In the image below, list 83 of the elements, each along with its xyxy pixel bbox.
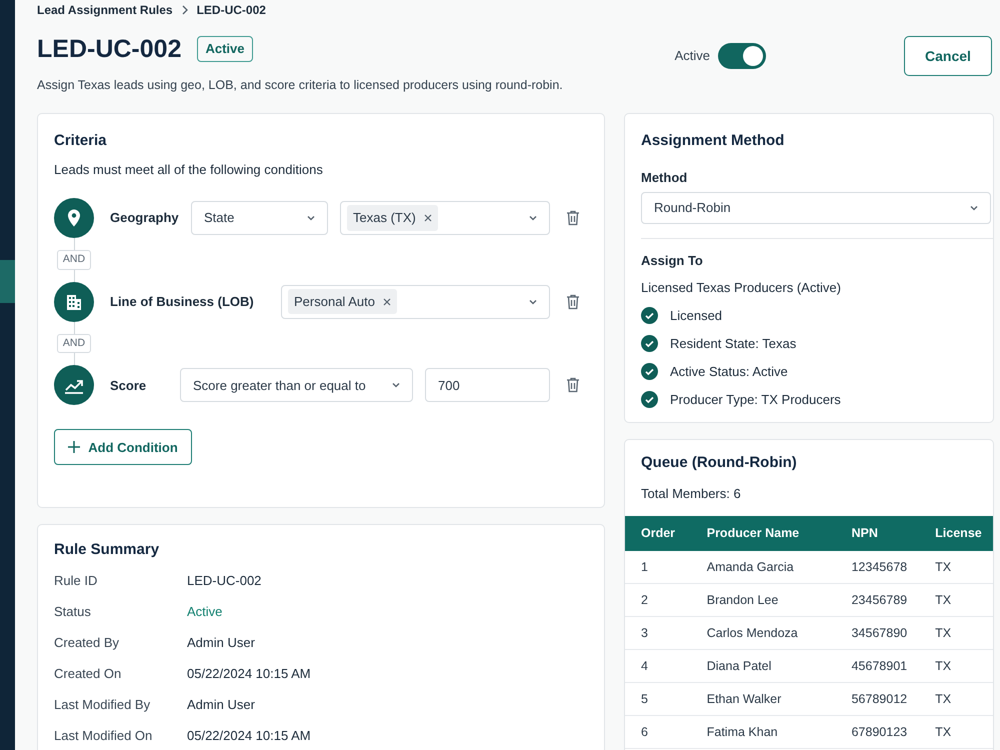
active-toggle[interactable] [718,43,766,69]
card-title: Assignment Method [641,130,786,151]
connector-label: AND [56,250,92,270]
table-cell: 1 [625,550,691,584]
table-cell: Ethan Walker [690,682,836,716]
connector-label: AND [56,334,92,354]
add-condition-button[interactable]: Add Condition [54,429,192,466]
table-cell: Carlos Mendoza [690,616,836,650]
member-count: Total Members: 6 [641,485,742,504]
table-cell: TX [925,550,993,584]
table-cell: Fatima Khan [690,716,836,749]
table-cell: Diana Patel [690,650,836,683]
value-input[interactable]: 700 [425,368,550,402]
table-cell: 6 [625,716,691,749]
requirement-text: Producer Type: TX Producers [670,391,841,409]
column-header: Producer Name [690,516,836,551]
field-value: Active [187,603,222,621]
field-value: 05/22/2024 10:15 AM [187,665,311,683]
trash-icon[interactable] [566,210,580,226]
section-label: Assign To [641,252,704,270]
field-value: LED-UC-002 [187,572,262,590]
remove-icon[interactable] [382,298,391,306]
active-nav-marker [0,260,15,303]
operator-select[interactable]: Score greater than or equal to [180,368,413,402]
field-label: Created On [54,665,122,683]
group-name: Licensed Texas Producers (Active) [641,279,842,298]
field-value: Admin User [187,696,255,714]
tag-select[interactable]: Texas (TX) [340,200,550,235]
table-cell: 2 [625,584,691,617]
table-cell: TX [925,650,993,683]
field-label: Last Modified On [54,727,154,745]
field-label: Status [54,603,92,621]
field-label: Method [641,169,688,188]
table-cell: Amanda Garcia [690,550,836,584]
table-cell: Brandon Lee [690,584,836,617]
table-cell: TX [925,616,993,650]
trash-icon[interactable] [566,294,580,310]
table-cell: 45678901 [835,650,926,683]
status-badge: Active [197,36,253,62]
requirement-text: Licensed [670,307,722,325]
table-cell: 67890123 [835,716,926,749]
plus-icon [68,441,80,454]
field-value: 05/22/2024 10:15 AM [187,727,311,745]
condition-label: Geography [110,209,180,227]
chevron-right-icon [180,4,189,14]
table-cell: 56789012 [835,682,926,716]
card-title: Rule Summary [54,540,160,560]
field-label: Rule ID [54,572,98,590]
description: Assign Texas leads using geo, LOB, and score criteria to licensed producers using round-robin. [37,77,563,94]
column-header: Order [625,516,691,551]
cancel-button[interactable]: Cancel [904,36,992,76]
table-cell: 23456789 [835,584,926,617]
tag-select[interactable]: Personal Auto [281,284,550,318]
table-cell: 12345678 [835,550,926,584]
trash-icon[interactable] [566,377,580,394]
requirement-text: Active Status: Active [670,363,788,381]
card-subtitle: Leads must meet all of the following conditions [54,161,324,180]
method-select[interactable]: Round-Robin [641,192,991,224]
breadcrumb-item[interactable]: Lead Assignment Rules [37,0,173,18]
toggle-label: Active [674,47,710,66]
tag-chip[interactable]: Texas (TX) [347,205,438,230]
field-value: Admin User [187,634,255,652]
field-select[interactable]: State [191,200,328,235]
column-header: License [925,516,993,551]
table-cell: 4 [625,650,691,683]
breadcrumb-item: LED-UC-002 [196,2,266,18]
condition-label: Score [110,376,148,394]
requirement-text: Resident State: Texas [670,335,796,353]
field-label: Created By [54,634,120,652]
card-title: Criteria [54,130,108,151]
table-cell: 5 [625,682,691,716]
table-cell: 3 [625,616,691,650]
column-header: NPN [835,516,926,551]
card-title: Queue (Round-Robin) [641,452,798,473]
table-cell: TX [925,584,993,617]
table-cell: 34567890 [835,616,926,650]
field-label: Last Modified By [54,696,152,714]
table-cell: TX [925,682,993,716]
remove-icon[interactable] [424,214,432,222]
page-title: LED-UC-002 [37,34,182,64]
condition-label: Line of Business (LOB) [110,292,255,311]
tag-chip[interactable]: Personal Auto [288,288,397,314]
table-cell: TX [925,716,993,749]
